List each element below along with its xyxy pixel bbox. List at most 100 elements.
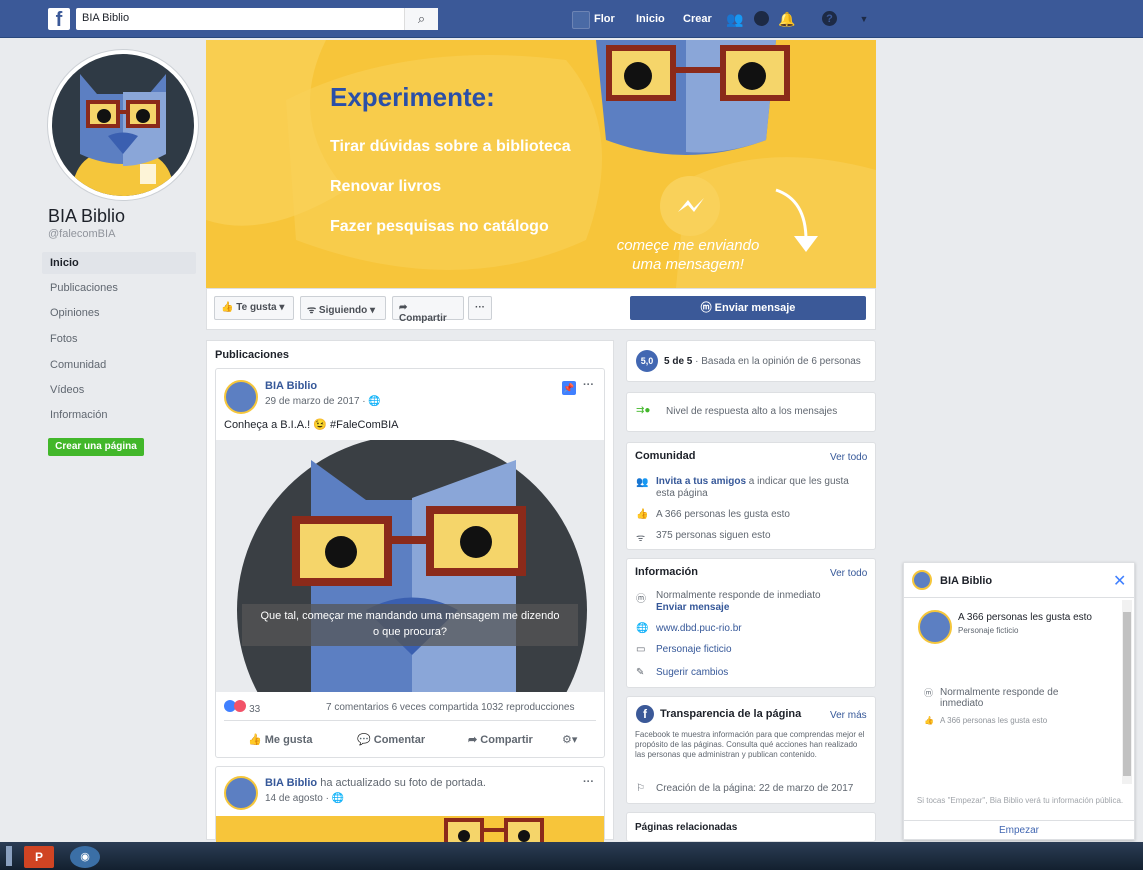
share-page-button[interactable]: ➦ Compartir (392, 296, 464, 324)
invite-friends-link[interactable]: Invita a tus amigos (656, 476, 746, 487)
like-page-button[interactable]: 👍 Te gusta ▾ (214, 296, 294, 320)
avatar (912, 570, 932, 590)
post-share-button[interactable]: ➦ Compartir (468, 733, 533, 746)
chat-header[interactable] (903, 562, 1135, 598)
audience-selector-icon[interactable]: ⚙▾ (562, 733, 577, 746)
invite-text-2: esta página (656, 488, 708, 499)
notifications-icon[interactable]: 🔔 (778, 11, 795, 27)
video-caption-line: o que procura? (373, 626, 447, 638)
powerpoint-icon[interactable]: P (24, 846, 54, 868)
more-options-button[interactable]: ··· (468, 296, 492, 320)
share-page-label: Compartir (399, 313, 447, 324)
post-author[interactable]: BIA Biblio (265, 777, 317, 789)
post-action-text: ha actualizado su foto de portada. (317, 777, 486, 789)
chat-scrollbar-thumb[interactable] (1123, 612, 1131, 776)
create-link[interactable]: Crear (683, 13, 712, 25)
create-page-button[interactable]: Crear una página (48, 438, 144, 456)
globe-icon: 🌐 (636, 623, 649, 634)
cover-line: Renovar livros (330, 178, 442, 195)
thumbs-up-icon: 👍 (636, 509, 649, 520)
suggest-edits-link[interactable]: Sugerir cambios (656, 667, 728, 678)
page-handle[interactable]: @falecomBIA (48, 228, 115, 240)
pin-icon[interactable]: 📌 (562, 381, 576, 395)
info-see-all[interactable]: Ver todo (830, 568, 867, 579)
reactions-summary[interactable]: 33 (224, 700, 260, 715)
messenger-icon: ⓜ (636, 594, 646, 605)
post-stats[interactable]: 7 comentarios 6 veces compartida 1032 re… (326, 702, 574, 713)
chat-title[interactable]: BIA Biblio (940, 575, 992, 587)
home-link[interactable]: Inicio (636, 13, 665, 25)
cover-line: Fazer pesquisas no catálogo (330, 218, 549, 235)
post-video[interactable]: Que tal, começar me mandando uma mensage… (216, 440, 604, 692)
post-headline: BIA Biblio ha actualizado su foto de por… (265, 777, 486, 789)
post-options-icon[interactable]: ··· (583, 379, 594, 391)
thumbs-up-icon: 👍 (248, 734, 262, 746)
nav-item-publicaciones[interactable]: Publicaciones (42, 277, 196, 299)
invite-friends-text: Invita a tus amigos a indicar que les gu… (656, 476, 870, 500)
chevron-down-icon[interactable]: ▼ (856, 11, 872, 27)
facebook-logo-icon: f (636, 705, 654, 723)
avatar[interactable] (224, 776, 258, 810)
chat-likes-secondary: A 366 personas les gusta esto (940, 716, 1048, 725)
followers-count: 375 personas siguen esto (656, 530, 771, 541)
post-date[interactable]: 29 de marzo de 2017 · 🌐 (265, 396, 381, 407)
page-title: BIA Biblio (48, 206, 126, 226)
cover-update-image[interactable] (216, 816, 604, 842)
nav-item-opiniones[interactable]: Opiniones (42, 302, 196, 324)
invite-friends-icon: 👥 (636, 477, 649, 488)
post-options-icon[interactable]: ··· (583, 776, 594, 788)
help-icon[interactable]: ? (822, 11, 837, 26)
nav-item-inicio[interactable]: Inicio (42, 252, 196, 274)
messenger-icon[interactable] (754, 11, 769, 26)
post-like-button[interactable]: 👍 Me gusta (248, 733, 312, 746)
search-input[interactable]: BIA Biblio (76, 8, 438, 30)
owl-mascot-icon (52, 54, 194, 196)
post-comment-button[interactable]: 💬 Comentar (357, 733, 425, 746)
rating-badge: 5,0 (636, 350, 658, 372)
rss-icon: ᯤ (636, 533, 646, 544)
divider (224, 720, 596, 721)
post-date[interactable]: 14 de agosto · 🌐 (265, 793, 344, 804)
post-text: Conheça a B.I.A.! 😉 #FaleComBIA (224, 419, 399, 431)
website-link[interactable]: www.dbd.puc-rio.br (656, 623, 742, 634)
following-label: Siguiendo (318, 305, 368, 316)
start-chat-button[interactable]: Empezar (903, 820, 1135, 840)
media-player-icon[interactable]: ◉ (70, 846, 100, 868)
os-taskbar (0, 842, 1143, 870)
invite-text: a indicar que les gusta (746, 476, 849, 487)
info-title: Información (635, 566, 698, 578)
nav-item-videos[interactable]: Vídeos (42, 379, 196, 401)
cover-title: Experimente: (330, 82, 495, 112)
video-thumbnail (237, 440, 587, 692)
love-reaction-icon (234, 700, 246, 712)
nav-item-comunidad[interactable]: Comunidad (42, 354, 196, 376)
avatar[interactable] (224, 380, 258, 414)
nav-item-fotos[interactable]: Fotos (42, 328, 196, 350)
community-see-all[interactable]: Ver todo (830, 452, 867, 463)
friend-requests-icon[interactable]: 👥 (726, 11, 743, 27)
post-date-text: 29 de marzo de 2017 · (265, 396, 366, 407)
user-avatar[interactable] (572, 11, 590, 29)
send-message-button[interactable]: ⓜ Enviar mensaje (630, 296, 866, 320)
following-button[interactable]: ᯤ Siguiendo ▾ (300, 296, 386, 320)
owl-glasses-thumbnail (444, 818, 544, 842)
post-author[interactable]: BIA Biblio (265, 380, 317, 392)
info-send-message-link[interactable]: Enviar mensaje (656, 602, 729, 613)
search-icon[interactable]: ⌕ (404, 8, 438, 30)
community-title: Comunidad (635, 450, 696, 462)
rating-text: · Basada en la opinión de 6 personas (692, 356, 861, 367)
globe-icon: 🌐 (331, 793, 345, 804)
chat-notice: Si tocas "Empezar", Bia Biblio verá tu i… (916, 796, 1124, 805)
profile-link[interactable]: Flor (594, 13, 615, 25)
post-share-label: Compartir (480, 734, 533, 746)
facebook-logo-icon[interactable]: f (48, 8, 70, 31)
transparency-see-more[interactable]: Ver más (830, 710, 867, 721)
thumbs-up-icon: 👍 (924, 716, 934, 725)
category-link[interactable]: Personaje ficticio (656, 644, 732, 655)
close-icon[interactable]: ✕ (1113, 571, 1126, 591)
category-icon: ▭ (636, 644, 646, 655)
flag-icon: ⚐ (636, 783, 645, 794)
nav-item-informacion[interactable]: Información (42, 404, 196, 426)
profile-picture[interactable] (48, 50, 198, 200)
cover-message-line: uma mensagem! (632, 256, 744, 273)
